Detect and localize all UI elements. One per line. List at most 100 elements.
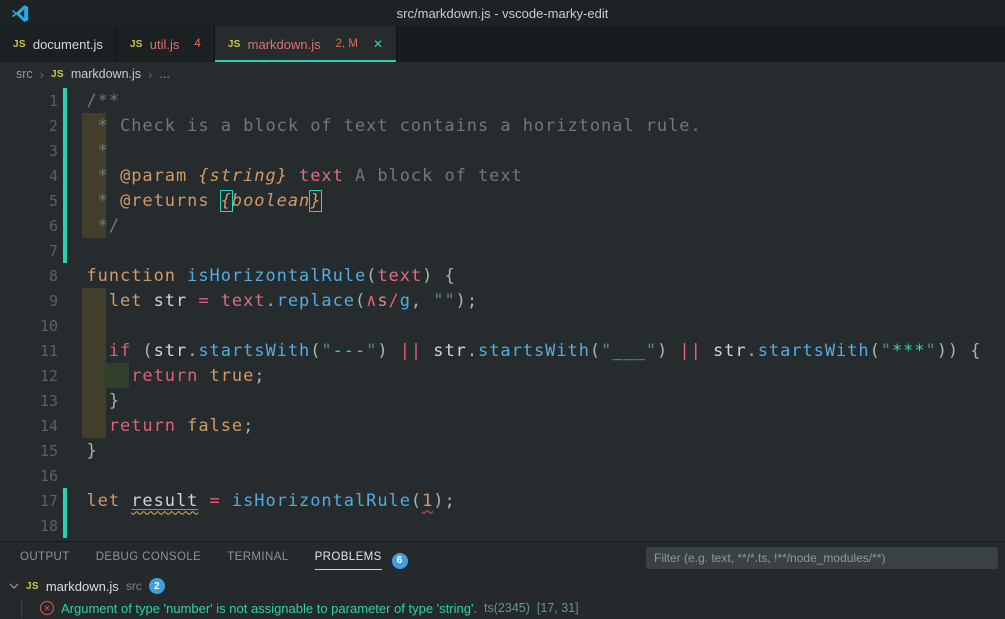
bottom-panel: OUTPUT DEBUG CONSOLE TERMINAL PROBLEMS6 JS … <box>0 541 1005 619</box>
code-line[interactable]: 15} <box>0 438 1005 463</box>
code-editor[interactable]: 1/**2 * Check is a block of text contain… <box>0 86 1005 541</box>
token: " <box>881 341 892 361</box>
line-number: 6 <box>0 217 58 235</box>
token: ); <box>456 291 478 311</box>
code-text: * @returns {boolean} <box>87 191 322 211</box>
token: / <box>389 291 400 311</box>
token: function <box>87 266 176 286</box>
breadcrumb[interactable]: src›JSmarkdown.js›... <box>0 62 1005 86</box>
breadcrumb-item-markdown.js[interactable]: markdown.js <box>71 67 141 81</box>
breadcrumb-item-...[interactable]: ... <box>159 67 169 81</box>
code-line[interactable]: 2 * Check is a block of text contains a … <box>0 113 1005 138</box>
token: g <box>400 291 411 311</box>
title-bar: src/markdown.js - vscode-marky-edit <box>0 0 1005 26</box>
token: * <box>87 191 121 211</box>
token: false <box>187 416 243 436</box>
modified-gutter-indicator <box>63 138 67 163</box>
problem-row[interactable]: ✕ Argument of type 'number' is not assig… <box>0 597 1005 619</box>
token: isHorizontalRule <box>232 491 411 511</box>
token: text <box>299 166 344 186</box>
code-line[interactable]: 6 */ <box>0 213 1005 238</box>
code-line[interactable]: 10 <box>0 313 1005 338</box>
token: "" <box>433 291 455 311</box>
token: text <box>221 291 266 311</box>
token: = <box>210 491 221 511</box>
line-number: 2 <box>0 117 58 135</box>
token: return <box>109 416 176 436</box>
chevron-down-icon[interactable] <box>9 581 19 591</box>
token <box>187 291 198 311</box>
code-line[interactable]: 7 <box>0 238 1005 263</box>
line-number: 13 <box>0 392 58 410</box>
code-line[interactable]: 12 return true; <box>0 363 1005 388</box>
token <box>221 491 232 511</box>
code-line[interactable]: 3 * <box>0 138 1005 163</box>
code-text: function isHorizontalRule(text) { <box>87 266 456 286</box>
tab-label: util.js <box>150 37 180 52</box>
code-line[interactable]: 18 <box>0 513 1005 538</box>
modified-gutter-indicator <box>63 488 67 513</box>
line-number: 11 <box>0 342 58 360</box>
token <box>120 491 131 511</box>
token: ( <box>870 341 881 361</box>
panel-tab-label: PROBLEMS <box>315 551 382 570</box>
tab-document.js[interactable]: JSdocument.js <box>0 26 117 62</box>
token: . <box>266 291 277 311</box>
problems-filter-input[interactable] <box>646 547 998 569</box>
code-line[interactable]: 5 * @returns {boolean} <box>0 188 1005 213</box>
token: *** <box>892 341 926 361</box>
code-line[interactable]: 9 let str = text.replace(∧s/g, ""); <box>0 288 1005 313</box>
panel-tab-label: OUTPUT <box>20 551 70 569</box>
code-line[interactable]: 14 return false; <box>0 413 1005 438</box>
panel-tab-terminal[interactable]: TERMINAL <box>227 551 288 569</box>
modified-gutter-indicator <box>63 113 67 138</box>
line-number: 18 <box>0 517 58 535</box>
token: * <box>87 141 109 161</box>
token-inner: result <box>131 491 198 511</box>
code-text: */ <box>87 216 121 236</box>
token <box>198 366 209 386</box>
tab-util.js[interactable]: JSutil.js4 <box>117 26 215 62</box>
modified-gutter-indicator <box>63 413 67 438</box>
breadcrumb-item-src[interactable]: src <box>16 67 33 81</box>
problem-source: ts(2345) <box>484 601 530 615</box>
token: ( <box>411 491 422 511</box>
token: startsWith <box>758 341 870 361</box>
code-line[interactable]: 4 * @param {string} text A block of text <box>0 163 1005 188</box>
token: || <box>400 341 422 361</box>
token <box>87 291 109 311</box>
token: ); <box>433 491 455 511</box>
token: " <box>601 341 612 361</box>
token <box>87 341 109 361</box>
token: --- <box>333 341 367 361</box>
token <box>198 491 209 511</box>
tree-indent-guide <box>21 598 22 618</box>
panel-tab-output[interactable]: OUTPUT <box>20 551 70 569</box>
panel-tab-problems[interactable]: PROBLEMS6 <box>315 551 408 570</box>
code-line[interactable]: 17let result = isHorizontalRule(1); <box>0 488 1005 513</box>
code-line[interactable]: 13 } <box>0 388 1005 413</box>
modified-gutter-indicator <box>63 438 67 463</box>
close-icon[interactable]: ✕ <box>373 37 383 51</box>
token: let <box>109 291 143 311</box>
token: @param <box>120 166 187 186</box>
line-number: 14 <box>0 417 58 435</box>
token: replace <box>277 291 355 311</box>
code-line[interactable]: 11 if (str.startsWith("---") || str.star… <box>0 338 1005 363</box>
code-line[interactable]: 16 <box>0 463 1005 488</box>
code-line[interactable]: 1 /** <box>0 88 1005 113</box>
modified-gutter-indicator <box>63 338 67 363</box>
line-number: 1 <box>0 92 58 110</box>
token: } <box>87 441 98 461</box>
line-number: 8 <box>0 267 58 285</box>
line-number: 10 <box>0 317 58 335</box>
code-line[interactable]: 8 function isHorizontalRule(text) { <box>0 263 1005 288</box>
modified-gutter-indicator <box>63 513 67 538</box>
token: /** <box>87 91 121 111</box>
line-number: 16 <box>0 467 58 485</box>
code-text: * <box>87 141 109 161</box>
token <box>422 341 433 361</box>
panel-tab-debug-console[interactable]: DEBUG CONSOLE <box>96 551 202 569</box>
problems-file-row[interactable]: JS markdown.js src 2 <box>0 575 1005 597</box>
tab-markdown.js[interactable]: JSmarkdown.js2, M✕ <box>215 26 397 62</box>
